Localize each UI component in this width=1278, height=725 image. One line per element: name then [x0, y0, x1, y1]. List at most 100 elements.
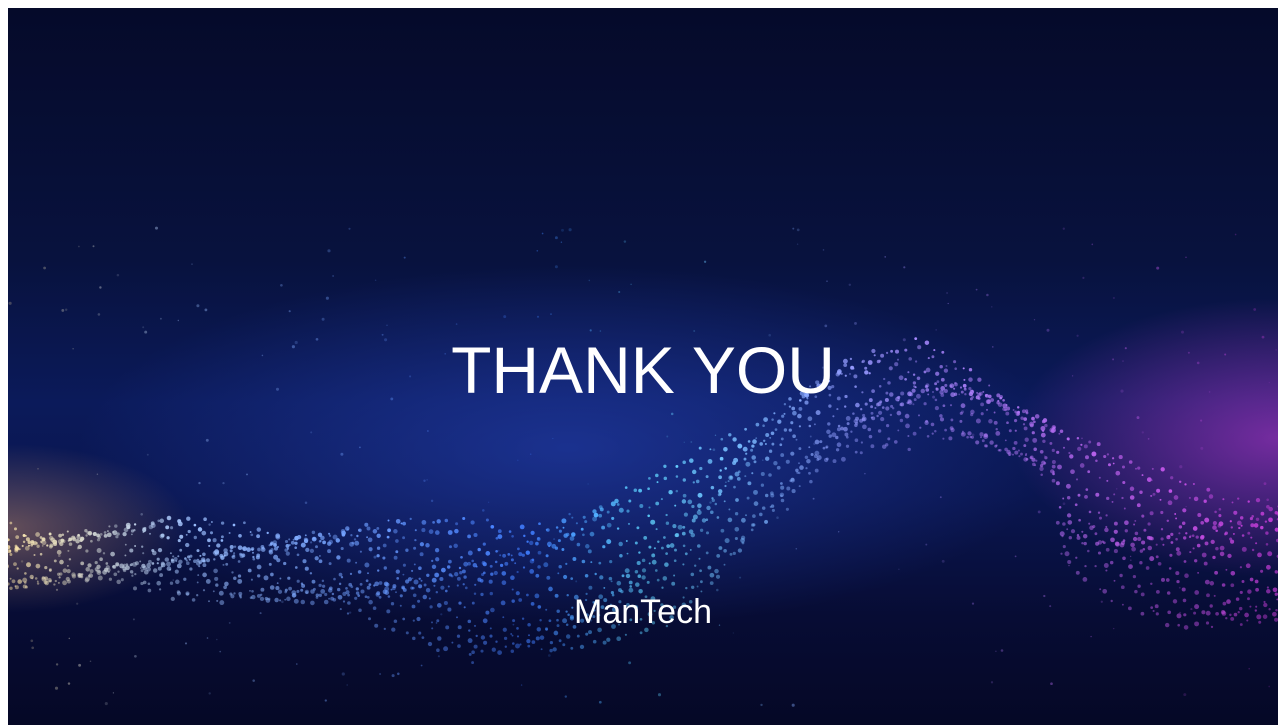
particle-dot [582, 533, 585, 537]
particle-dot [1113, 579, 1116, 582]
particle-dot [648, 562, 651, 565]
particle-dot [989, 440, 994, 445]
particle-dot [1200, 446, 1204, 450]
particle-dot [1147, 522, 1151, 526]
particle-dot [527, 644, 531, 648]
particle-dot [822, 446, 826, 450]
particle-dot [1034, 464, 1037, 467]
particle-dot [924, 420, 929, 425]
particle-dot [594, 572, 597, 576]
particle-dot [986, 293, 989, 297]
particle-dot [418, 577, 421, 581]
particle-dot [249, 531, 252, 533]
particle-dot [146, 562, 152, 568]
particle-dot [1105, 547, 1110, 552]
particle-dot [377, 569, 380, 572]
particle-dot [672, 524, 677, 529]
particle-dot [31, 577, 34, 580]
particle-dot [661, 586, 664, 589]
particle-dot [1058, 432, 1061, 435]
particle-dot [296, 579, 300, 583]
particle-dot [546, 575, 551, 580]
particle-dot [560, 241, 563, 243]
particle-dot [598, 505, 603, 510]
particle-dot [92, 245, 95, 248]
particle-dot [68, 558, 72, 561]
particle-dot [1040, 432, 1046, 438]
particle-dot [681, 531, 686, 536]
particle-dot [489, 564, 493, 568]
particle-dot [537, 550, 542, 555]
particle-dot [338, 582, 342, 586]
particle-dot [68, 637, 71, 640]
particle-dot [311, 579, 316, 584]
particle-dot [68, 542, 73, 546]
particle-dot [205, 578, 211, 584]
particle-dot [795, 438, 798, 441]
particle-dot [97, 575, 103, 581]
particle-dot [694, 564, 697, 567]
particle-dot [808, 424, 812, 428]
particle-dot [652, 553, 655, 555]
particle-dot [446, 565, 451, 569]
particle-dot [624, 486, 628, 489]
particle-dot [220, 539, 224, 542]
particle-dot [467, 534, 472, 539]
particle-dot [62, 580, 68, 586]
particle-dot [9, 577, 12, 580]
particle-dot [862, 424, 867, 430]
particle-dot [1137, 536, 1142, 542]
particle-dot [464, 586, 468, 590]
particle-dot [1067, 559, 1072, 565]
particle-dot [1128, 460, 1133, 464]
particle-dot [257, 574, 261, 578]
particle-dot [115, 535, 119, 539]
particle-dot [516, 570, 519, 574]
particle-dot [737, 443, 743, 449]
particle-dot [35, 541, 38, 545]
particle-dot [569, 536, 575, 541]
particle-dot [750, 523, 755, 527]
particle-dot [16, 567, 19, 570]
particle-dot [504, 561, 509, 566]
particle-dot [636, 560, 641, 566]
particle-dot [177, 555, 180, 558]
particle-dot [202, 559, 206, 563]
particle-dot [322, 540, 326, 545]
particle-dot [1194, 559, 1198, 563]
particle-dot [125, 563, 129, 567]
particle-dot [134, 545, 137, 547]
particle-dot [473, 644, 478, 649]
particle-dot [125, 522, 131, 528]
particle-dot [824, 324, 828, 328]
particle-dot [655, 528, 658, 531]
particle-dot [481, 572, 485, 577]
particle-dot [570, 577, 574, 580]
particle-dot [939, 417, 945, 422]
particle-dot [1082, 533, 1088, 539]
particle-dot [633, 488, 638, 492]
particle-dot [1141, 540, 1146, 545]
particle-dot [511, 534, 514, 538]
particle-dot [225, 562, 229, 566]
particle-dot [146, 453, 149, 456]
particle-dot [985, 444, 988, 448]
particle-dot [231, 571, 234, 574]
particle-dot [717, 489, 723, 494]
particle-dot [1170, 476, 1174, 480]
particle-dot [966, 435, 969, 439]
particle-dot [1237, 497, 1240, 500]
particle-dot [995, 650, 997, 653]
particle-dot [22, 584, 27, 589]
particle-dot [790, 451, 795, 456]
particle-dot [402, 563, 406, 567]
particle-dot [1124, 529, 1128, 533]
particle-dot [96, 538, 101, 542]
particle-dot [403, 256, 406, 259]
particle-dot [1192, 482, 1195, 486]
particle-dot [1097, 511, 1101, 514]
particle-dot [409, 517, 412, 521]
particle-dot [189, 567, 193, 571]
particle-dot [286, 547, 289, 550]
particle-dot [216, 543, 221, 548]
